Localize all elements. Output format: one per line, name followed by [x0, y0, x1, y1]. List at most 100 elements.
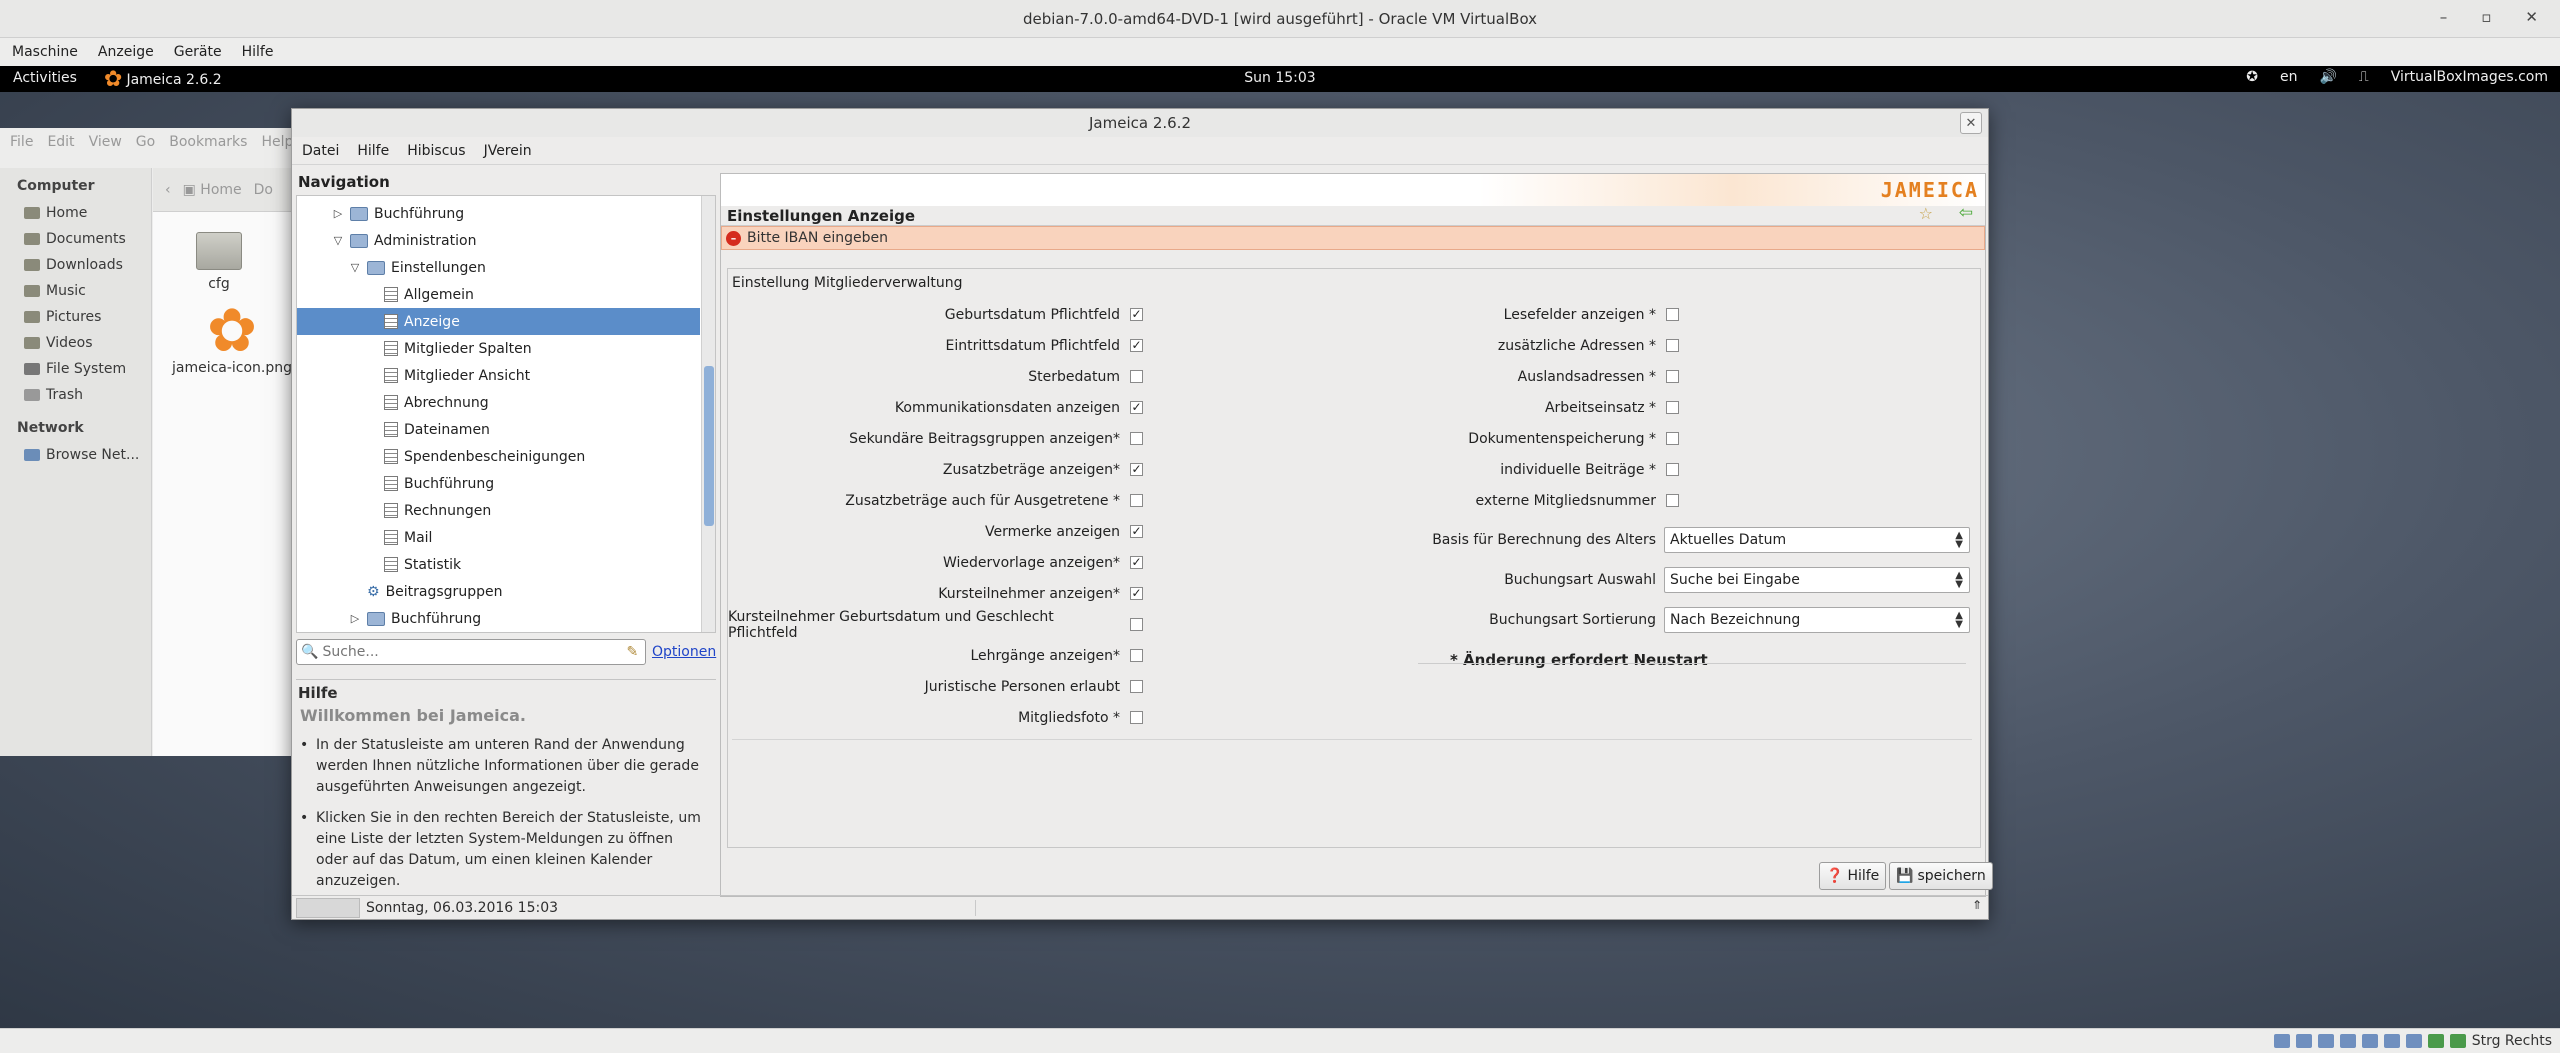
menu-hilfe[interactable]: Hilfe — [357, 143, 389, 159]
menu-view[interactable]: View — [89, 134, 122, 150]
place-filesystem[interactable]: File System — [0, 356, 151, 382]
tree-item[interactable]: Allgemein — [297, 281, 700, 308]
menu-hibiscus[interactable]: Hibiscus — [407, 143, 465, 159]
option-checkbox[interactable] — [1130, 680, 1143, 693]
menu-hilfe[interactable]: Hilfe — [242, 44, 274, 60]
menu-anzeige[interactable]: Anzeige — [98, 44, 154, 60]
page-title: Einstellungen Anzeige — [727, 207, 916, 225]
option-checkbox[interactable] — [1666, 432, 1679, 445]
place-browse-network[interactable]: Browse Net... — [0, 442, 151, 468]
app-menu[interactable]: ✿ Jameica 2.6.2 — [104, 67, 222, 92]
display-icon[interactable] — [2361, 1034, 2378, 1048]
network-adapter-icon[interactable] — [2383, 1034, 2400, 1048]
optionen-link[interactable]: Optionen — [652, 644, 716, 660]
tree-item[interactable]: Statistik — [297, 551, 700, 578]
menu-geraete[interactable]: Geräte — [174, 44, 222, 60]
tree-item[interactable]: ▷ Buchführung — [297, 200, 700, 227]
option-checkbox[interactable] — [1666, 494, 1679, 507]
menu-jverein[interactable]: JVerein — [484, 143, 532, 159]
tree-item[interactable]: Anzeige — [297, 308, 700, 335]
option-checkbox[interactable] — [1130, 649, 1143, 662]
divider — [1418, 663, 1966, 664]
file-cfg[interactable]: cfg — [181, 232, 257, 292]
place-trash[interactable]: Trash — [0, 382, 151, 408]
cpu-icon[interactable] — [2427, 1034, 2444, 1048]
select-dropdown[interactable]: Aktuelles Datum ▲ ▼ — [1664, 527, 1970, 553]
option-checkbox[interactable] — [1666, 463, 1679, 476]
usb-icon[interactable] — [2317, 1034, 2334, 1048]
clock[interactable]: Sun 15:03 — [0, 70, 2560, 86]
option-checkbox[interactable] — [1666, 339, 1679, 352]
place-pictures[interactable]: Pictures — [0, 304, 151, 330]
maximize-icon[interactable]: ▫ — [2481, 8, 2491, 26]
minimize-icon[interactable]: – — [2440, 8, 2448, 26]
menu-help[interactable]: Help — [261, 134, 293, 150]
option-checkbox[interactable]: ✓ — [1130, 556, 1143, 569]
place-home[interactable]: Home — [0, 200, 151, 226]
collapse-icon[interactable]: ▽ — [332, 234, 344, 247]
place-music[interactable]: Music — [0, 278, 151, 304]
tree-item[interactable]: Mitglieder Spalten — [297, 335, 700, 362]
tree-item[interactable]: ▽ Administration — [297, 227, 700, 254]
select-dropdown[interactable]: Nach Bezeichnung ▲ ▼ — [1664, 607, 1970, 633]
window-title: debian-7.0.0-amd64-DVD-1 [wird ausgeführ… — [1022, 9, 1538, 28]
optical-icon[interactable] — [2295, 1034, 2312, 1048]
expand-icon[interactable]: ▷ — [332, 207, 344, 220]
menu-datei[interactable]: Datei — [302, 143, 339, 159]
option-checkbox[interactable] — [1666, 370, 1679, 383]
close-icon[interactable]: ✕ — [1960, 112, 1982, 134]
tree-item[interactable]: ▽ Einstellungen — [297, 254, 700, 281]
save-button[interactable]: 💾 speichern — [1889, 862, 1993, 890]
menu-maschine[interactable]: Maschine — [12, 44, 78, 60]
menu-go[interactable]: Go — [136, 134, 155, 150]
tree-item[interactable]: Abrechnung — [297, 389, 700, 416]
bookmark-star-icon[interactable]: ☆ — [1919, 204, 1933, 223]
option-label: Lehrgänge anzeigen* — [970, 648, 1120, 664]
network-icon[interactable]: ⎍ — [2359, 69, 2369, 85]
option-checkbox[interactable] — [1666, 401, 1679, 414]
accessibility-icon[interactable]: ✪ — [2246, 69, 2258, 85]
user-menu[interactable]: VirtualBoxImages.com — [2391, 69, 2548, 85]
option-checkbox[interactable] — [1130, 711, 1143, 724]
path-next[interactable]: Do — [254, 182, 273, 198]
expand-icon[interactable]: ▷ — [349, 612, 361, 625]
recording-icon[interactable] — [2405, 1034, 2422, 1048]
activities-button[interactable]: Activities — [13, 70, 77, 86]
collapse-icon[interactable]: ▽ — [349, 261, 361, 274]
menu-bookmarks[interactable]: Bookmarks — [169, 134, 247, 150]
close-icon[interactable]: ✕ — [2525, 8, 2538, 26]
shared-folder-icon[interactable] — [2339, 1034, 2356, 1048]
place-downloads[interactable]: Downloads — [0, 252, 151, 278]
option-checkbox[interactable] — [1666, 308, 1679, 321]
tree-item[interactable]: Spendenbescheinigungen — [297, 443, 700, 470]
place-documents[interactable]: Documents — [0, 226, 151, 252]
file-jameica-icon[interactable]: ✿ jameica-icon.png — [165, 301, 299, 376]
path-home[interactable]: ▣ Home — [183, 182, 242, 198]
volume-icon[interactable]: 🔊 — [2319, 69, 2336, 85]
help-button[interactable]: ❓ Hilfe — [1819, 862, 1887, 890]
back-arrow-icon[interactable]: ⇦ — [1959, 203, 1973, 223]
select-dropdown[interactable]: Suche bei Eingabe ▲ ▼ — [1664, 567, 1970, 593]
tree-item[interactable]: Mail — [297, 524, 700, 551]
back-icon[interactable]: ‹ — [165, 182, 171, 198]
tree-item[interactable]: ⚙ Beitragsgruppen — [297, 578, 700, 605]
expand-up-icon[interactable]: ⇑ — [1972, 898, 1982, 912]
place-videos[interactable]: Videos — [0, 330, 151, 356]
tree-item[interactable]: Buchführung — [297, 470, 700, 497]
divider — [732, 739, 1972, 740]
search-field[interactable]: 🔍 ✎ — [296, 639, 646, 665]
scrollbar-thumb[interactable] — [704, 366, 714, 526]
search-input[interactable] — [322, 644, 623, 660]
clear-icon[interactable]: ✎ — [626, 644, 638, 660]
menu-file[interactable]: File — [10, 134, 33, 150]
language-indicator[interactable]: en — [2280, 69, 2298, 85]
tree-item[interactable]: Rechnungen — [297, 497, 700, 524]
tree-item[interactable]: ▷ Buchführung — [297, 605, 700, 632]
tree-scrollbar[interactable] — [701, 196, 715, 632]
status-date[interactable]: Sonntag, 06.03.2016 15:03 — [360, 899, 976, 916]
tree-item[interactable]: Dateinamen — [297, 416, 700, 443]
tree-item[interactable]: Mitglieder Ansicht — [297, 362, 700, 389]
menu-edit[interactable]: Edit — [47, 134, 74, 150]
mouse-integration-icon[interactable] — [2449, 1034, 2466, 1048]
hdd-icon[interactable] — [2273, 1034, 2290, 1048]
